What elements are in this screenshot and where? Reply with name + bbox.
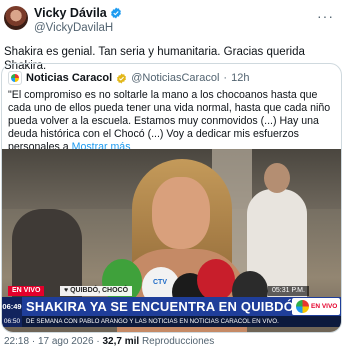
verified-badge-icon bbox=[110, 7, 121, 19]
clock-overlay: 05:31 P.M. bbox=[268, 286, 309, 296]
quoted-author-handle[interactable]: @NoticiasCaracol bbox=[131, 72, 219, 84]
tweet-footer: 22:18 · 17 ago 2026 · 32,7 mil Reproducc… bbox=[4, 336, 344, 347]
views-label[interactable]: Reproducciones bbox=[142, 336, 214, 347]
quoted-tweet-body: "El compromiso es no soltarle la mano a … bbox=[8, 89, 331, 153]
author-name[interactable]: Vicky Dávila bbox=[34, 6, 107, 20]
location-tag: ♥ QUIBDÓ, CHOCÓ bbox=[60, 286, 133, 296]
video-headline: SHAKIRA YA SE ENCUENTRA EN QUIBDÓ bbox=[26, 299, 295, 314]
tweet-author: Vicky Dávila @VickyDavilaH ··· bbox=[4, 4, 334, 40]
author-name-row[interactable]: Vicky Dávila bbox=[34, 6, 122, 20]
channel-live-label: EN VIVO bbox=[311, 303, 338, 310]
microphone bbox=[197, 259, 235, 301]
live-tag: EN VIVO bbox=[8, 286, 45, 296]
views-count[interactable]: 32,7 mil bbox=[102, 336, 139, 347]
quoted-tweet-time[interactable]: 12h bbox=[231, 72, 249, 84]
caracol-logo-icon bbox=[296, 300, 309, 313]
noticias-caracol-logo-icon[interactable] bbox=[8, 71, 22, 85]
ticker-time: 06:50 bbox=[2, 316, 22, 327]
quoted-tweet[interactable]: Noticias Caracol @NoticiasCaracol · 12h … bbox=[1, 63, 342, 333]
author-handle[interactable]: @VickyDavilaH bbox=[34, 22, 113, 34]
tweet-time[interactable]: 22:18 bbox=[4, 336, 29, 347]
more-horizontal-icon[interactable]: ··· bbox=[317, 8, 334, 24]
verified-badge-icon bbox=[117, 72, 127, 84]
author-avatar[interactable] bbox=[4, 6, 28, 30]
separator-dot: · bbox=[96, 336, 100, 347]
quoted-tweet-header: Noticias Caracol @NoticiasCaracol · 12h bbox=[8, 70, 249, 86]
tweet-date[interactable]: 17 ago 2026 bbox=[38, 336, 94, 347]
separator-dot: · bbox=[31, 336, 36, 347]
quoted-tweet-text: "El compromiso es no soltarle la mano a … bbox=[8, 89, 338, 154]
news-ticker: DE SEMANA CON PABLO ARANGO Y LAS NOTICIA… bbox=[2, 316, 341, 327]
quoted-author-name[interactable]: Noticias Caracol bbox=[26, 72, 112, 84]
person-right-head bbox=[264, 163, 290, 193]
microphone-logo: CTV bbox=[153, 279, 167, 286]
channel-logo: EN VIVO bbox=[292, 298, 340, 315]
separator-dot: · bbox=[223, 72, 228, 84]
video-player[interactable]: CTV EN VIVO ♥ QUIBDÓ, CHOCÓ 05:31 P.M. 0… bbox=[2, 149, 341, 332]
headline-time: 06:49 bbox=[2, 297, 22, 316]
speaker-face bbox=[152, 177, 210, 249]
